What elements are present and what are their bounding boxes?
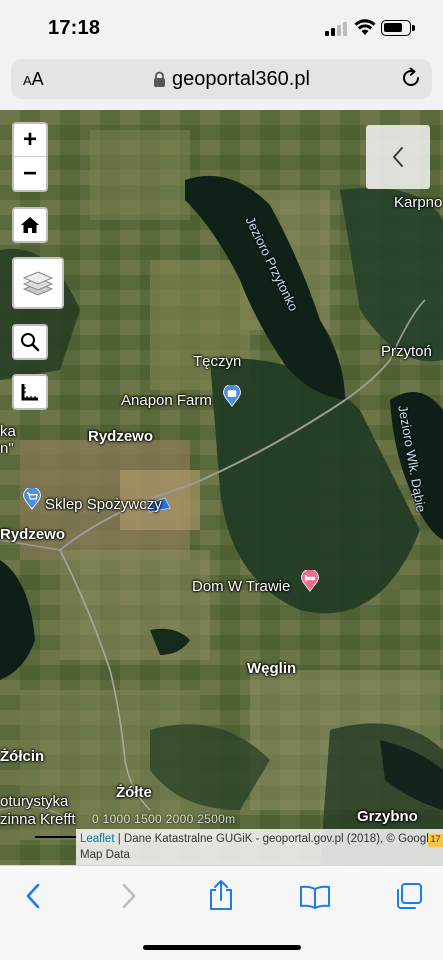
place-label-cut-n: n" [0,440,14,457]
zoom-in-button[interactable]: + [14,124,46,157]
lock-icon [154,71,165,87]
place-label-teczyn: Tęczyn [193,353,242,370]
place-label-weglin: Węglin [247,660,297,677]
search-button[interactable] [12,324,48,360]
home-button[interactable] [12,207,48,243]
place-label-turystyka: oturystyka [0,793,69,810]
leaflet-link[interactable]: Leaflet [80,833,115,845]
cellular-signal-icon [325,22,347,36]
tabs-icon[interactable] [395,882,423,910]
place-label-karpno: Karpno [394,194,443,211]
place-label-zolcin: Żółcin [0,748,45,765]
domain-text: geoportal360.pl [172,68,310,90]
place-label-rydzewo-west: Rydzewo [0,526,66,543]
shopping-pin-icon[interactable] [221,385,243,407]
status-bar: 17:18 [0,0,443,58]
measure-button[interactable] [12,374,48,410]
place-label-krefft: zinna Krefft [0,811,76,828]
map-attribution: Leaflet | Dane Katastralne GUGiK - geopo… [76,829,443,865]
attribution-text: | Dane Katastralne GUGiK - geoportal.gov… [80,833,436,861]
home-indicator [143,945,301,950]
chevron-left-icon [392,147,403,167]
map-view[interactable]: Karpno Tęczyn Anapon Farm Przytoń Rydzew… [0,110,443,865]
place-label-grzybno: Grzybno [357,808,418,825]
satellite-imagery[interactable] [0,110,443,865]
place-label-anapon-farm: Anapon Farm [121,392,212,409]
place-label-zolte: Żółte [116,784,152,801]
measure-icon [21,384,38,401]
address-bar[interactable]: AA geoportal360.pl [11,59,432,99]
search-icon [21,333,40,352]
back-icon[interactable] [24,882,42,910]
text-size-big-label: A [31,69,44,89]
layers-icon [22,271,54,296]
grocery-pin-icon[interactable] [21,488,43,510]
share-icon[interactable] [208,879,234,911]
reload-icon[interactable] [400,67,422,89]
attribution-badge: 17 [428,834,443,847]
text-size-small-label: A [23,73,32,88]
zoom-control: + − [12,122,48,192]
lodging-pin-icon[interactable] [299,570,321,592]
bookmarks-icon[interactable] [299,885,331,909]
place-label-sklep: Sklep Spożywczy [45,496,162,513]
text-size-button[interactable]: AA [23,69,44,90]
place-label-rydzewo-north: Rydzewo [88,428,154,445]
place-label-cut-ka: ka [0,423,16,440]
scale-bar [35,836,77,838]
layers-button[interactable] [12,257,64,309]
url-display[interactable]: geoportal360.pl [153,68,310,91]
zoom-out-button[interactable]: − [14,157,46,190]
home-icon [21,217,39,233]
forward-icon[interactable] [120,882,138,910]
wifi-icon [354,19,376,35]
clock: 17:18 [48,17,101,39]
place-label-przyton: Przytoń [381,343,432,360]
place-label-dom-w-trawie: Dom W Trawie [192,578,291,595]
battery-icon [381,20,415,36]
scale-labels: 0 1000 1500 2000 2500m [92,812,236,826]
sidebar-toggle-button[interactable] [366,125,430,189]
